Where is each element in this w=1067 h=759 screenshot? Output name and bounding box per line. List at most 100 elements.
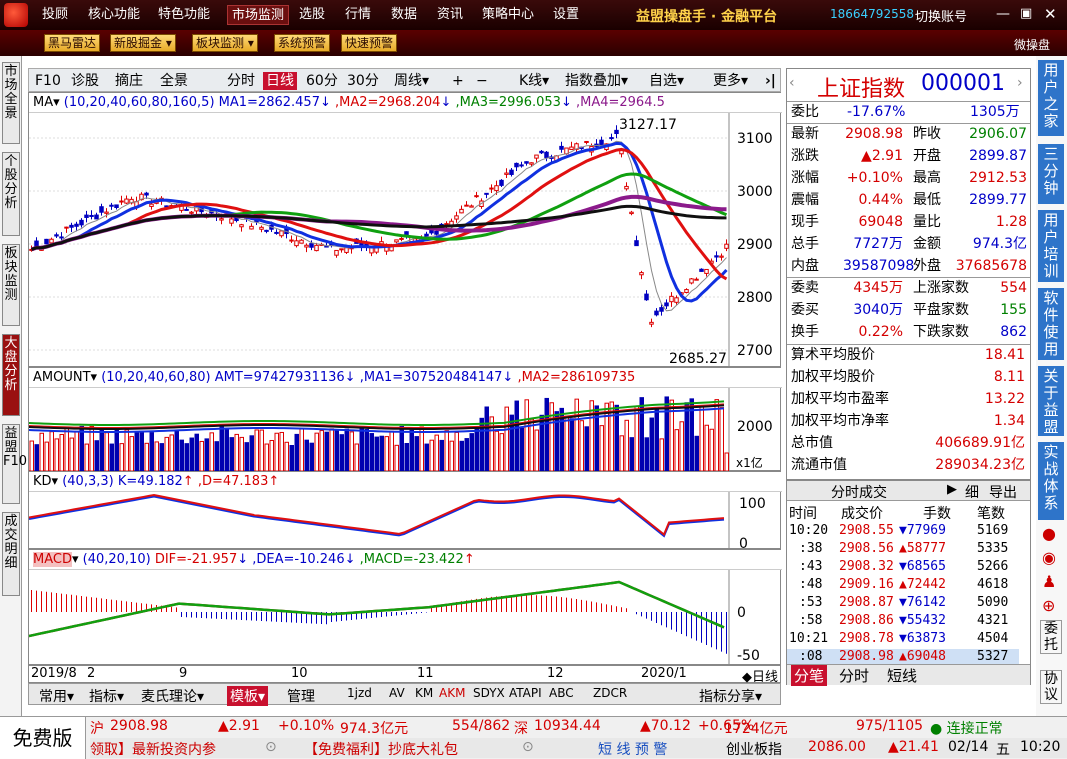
- chart-header-0[interactable]: F10: [35, 72, 61, 90]
- zoom-out-button[interactable]: −: [476, 72, 488, 90]
- tick-volume: ▼77969: [899, 523, 946, 538]
- switch-account[interactable]: 切换账号: [915, 6, 967, 25]
- chart-header-10[interactable]: 指数叠加▾: [565, 72, 628, 90]
- micro-trade-link[interactable]: 微操盘: [1014, 36, 1050, 53]
- menu-item-9[interactable]: 设置: [553, 5, 579, 25]
- amount-bar: [389, 430, 394, 472]
- left-tab-2[interactable]: 板块监测: [2, 244, 20, 326]
- menu-item-8[interactable]: 策略中心: [482, 5, 534, 25]
- toolbar-button-3[interactable]: 系统预警: [274, 34, 331, 52]
- news-nav-icon[interactable]: ⊙: [522, 739, 534, 755]
- tick-bottom-tab-1[interactable]: 分时: [839, 665, 869, 686]
- macd-chart[interactable]: 0 -50: [29, 550, 782, 666]
- tick-arrow-icon[interactable]: ▶: [947, 482, 957, 497]
- news-item-0[interactable]: 领取】最新投资内参: [90, 739, 216, 759]
- menu-item-7[interactable]: 资讯: [437, 5, 463, 25]
- stat-value: 406689.91亿: [935, 435, 1025, 451]
- menu-item-3[interactable]: 市场监测: [227, 5, 290, 25]
- indicator-tab-2[interactable]: 麦氏理论▾: [141, 686, 204, 706]
- maximize-icon[interactable]: ▣: [1020, 6, 1032, 21]
- indicator-tab-12[interactable]: ZDCR: [593, 686, 627, 700]
- right-tab-2[interactable]: 用户培训: [1038, 210, 1064, 282]
- phone-number: 18664792558: [830, 7, 914, 21]
- right-icon-3[interactable]: ⊕: [1042, 596, 1055, 615]
- news-item-2[interactable]: 短 线 预 警: [598, 739, 667, 759]
- indicator-tab-0[interactable]: 常用▾: [39, 686, 74, 706]
- indicator-tab-7[interactable]: KM: [415, 686, 433, 700]
- collapse-icon[interactable]: ›|: [765, 72, 776, 90]
- candle-body: [699, 268, 704, 272]
- amount-bar: [399, 426, 404, 472]
- amount-chart[interactable]: 2000 x1亿: [29, 368, 782, 472]
- chart-header-1[interactable]: 诊股: [71, 72, 99, 90]
- tick-detail-tab[interactable]: 细: [965, 482, 979, 502]
- chart-header-12[interactable]: 更多▾: [713, 72, 748, 90]
- chart-header-4[interactable]: 分时: [227, 72, 255, 90]
- indicator-tab-3[interactable]: 模板▾: [227, 686, 269, 706]
- minimize-icon[interactable]: —: [996, 6, 1010, 22]
- right-extra-tab-1[interactable]: 协议: [1040, 670, 1062, 704]
- news-nav-icon[interactable]: ⊙: [265, 739, 277, 755]
- left-tab-5[interactable]: 成交明细: [2, 512, 20, 596]
- kd-chart[interactable]: 100 0: [29, 472, 782, 550]
- close-icon[interactable]: ✕: [1044, 5, 1057, 23]
- amount-bar: [134, 431, 139, 472]
- left-tab-3[interactable]: 大盘分析: [2, 334, 20, 416]
- left-tab-1[interactable]: 个股分析: [2, 152, 20, 236]
- menu-item-2[interactable]: 特色功能: [158, 5, 210, 25]
- toolbar-button-1[interactable]: 新股掘金 ▾: [110, 34, 176, 52]
- left-tab-4[interactable]: 益盟F10: [2, 424, 27, 504]
- chart-header-5[interactable]: 日线: [263, 72, 297, 90]
- chart-header-2[interactable]: 摘庄: [115, 72, 143, 90]
- prev-stock-icon[interactable]: ‹: [789, 75, 795, 91]
- toolbar-button-2[interactable]: 板块监测 ▾: [192, 34, 258, 52]
- quote-value: 2908.98: [845, 126, 903, 142]
- right-tab-1[interactable]: 三分钟: [1038, 144, 1064, 204]
- indicator-tab-11[interactable]: ABC: [549, 686, 574, 700]
- right-icon-0[interactable]: ●: [1042, 524, 1056, 543]
- right-tab-3[interactable]: 软件使用: [1038, 288, 1064, 360]
- chart-header-7[interactable]: 30分: [347, 72, 379, 90]
- zoom-in-button[interactable]: +: [452, 72, 464, 90]
- quote-value: 0.44%: [858, 192, 903, 208]
- toolbar-button-4[interactable]: 快速预警: [341, 34, 398, 52]
- indicator-tab-8[interactable]: AKM: [439, 686, 465, 700]
- menu-item-0[interactable]: 投顾: [42, 5, 68, 25]
- indicator-tab-10[interactable]: ATAPI: [509, 686, 542, 700]
- tick-bottom-tab-0[interactable]: 分笔: [791, 665, 828, 686]
- right-icon-2[interactable]: ♟: [1042, 572, 1056, 591]
- chart-header-6[interactable]: 60分: [306, 72, 338, 90]
- amount-bar: [319, 430, 324, 472]
- indicator-tab-5[interactable]: 1jzd: [347, 686, 372, 700]
- price-chart[interactable]: 3100 3000 2900 2800 2700 3127.17 2685.27: [29, 93, 782, 368]
- sh-ticker-field: 974.3亿元: [340, 721, 409, 737]
- quote-label: 最高: [913, 170, 941, 186]
- indicator-tab-4[interactable]: 管理: [287, 686, 315, 706]
- tick-bottom-tab-2[interactable]: 短线: [887, 665, 917, 686]
- indicator-tab-6[interactable]: AV: [389, 686, 405, 700]
- next-stock-icon[interactable]: ›: [1017, 75, 1023, 91]
- chart-header-9[interactable]: K线▾: [519, 72, 549, 90]
- indicator-tab-9[interactable]: SDYX: [473, 686, 505, 700]
- right-tab-5[interactable]: 实战体系: [1038, 442, 1064, 520]
- menu-item-6[interactable]: 数据: [391, 5, 417, 25]
- amount-bar: [174, 430, 179, 472]
- chart-header-8[interactable]: 周线▾: [394, 72, 429, 90]
- right-tab-4[interactable]: 关于益盟: [1038, 366, 1064, 436]
- amount-bar: [649, 417, 654, 472]
- menu-item-1[interactable]: 核心功能: [88, 5, 140, 25]
- right-icon-1[interactable]: ◉: [1042, 548, 1056, 567]
- toolbar-button-0[interactable]: 黑马雷达: [44, 34, 101, 52]
- indicator-tab-13[interactable]: 指标分享▾: [699, 686, 762, 706]
- indicator-tab-1[interactable]: 指标▾: [89, 686, 124, 706]
- menu-item-4[interactable]: 选股: [299, 5, 325, 25]
- menu-item-5[interactable]: 行情: [345, 5, 371, 25]
- chart-header: F10 诊股 摘庄 全景 分时 日线 60分 30分 周线▾ K线▾ 指数叠加▾ 自选▾ 更多▾ + − ›|: [28, 68, 781, 92]
- right-tab-0[interactable]: 用户之家: [1038, 60, 1064, 136]
- right-extra-tab-0[interactable]: 委托: [1040, 620, 1062, 654]
- chart-header-11[interactable]: 自选▾: [649, 72, 684, 90]
- left-tab-0[interactable]: 市场全景: [2, 62, 20, 144]
- tick-export-tab[interactable]: 导出: [989, 482, 1017, 502]
- news-item-1[interactable]: 【免费福利】抄底大礼包: [304, 739, 458, 759]
- chart-header-3[interactable]: 全景: [160, 72, 188, 90]
